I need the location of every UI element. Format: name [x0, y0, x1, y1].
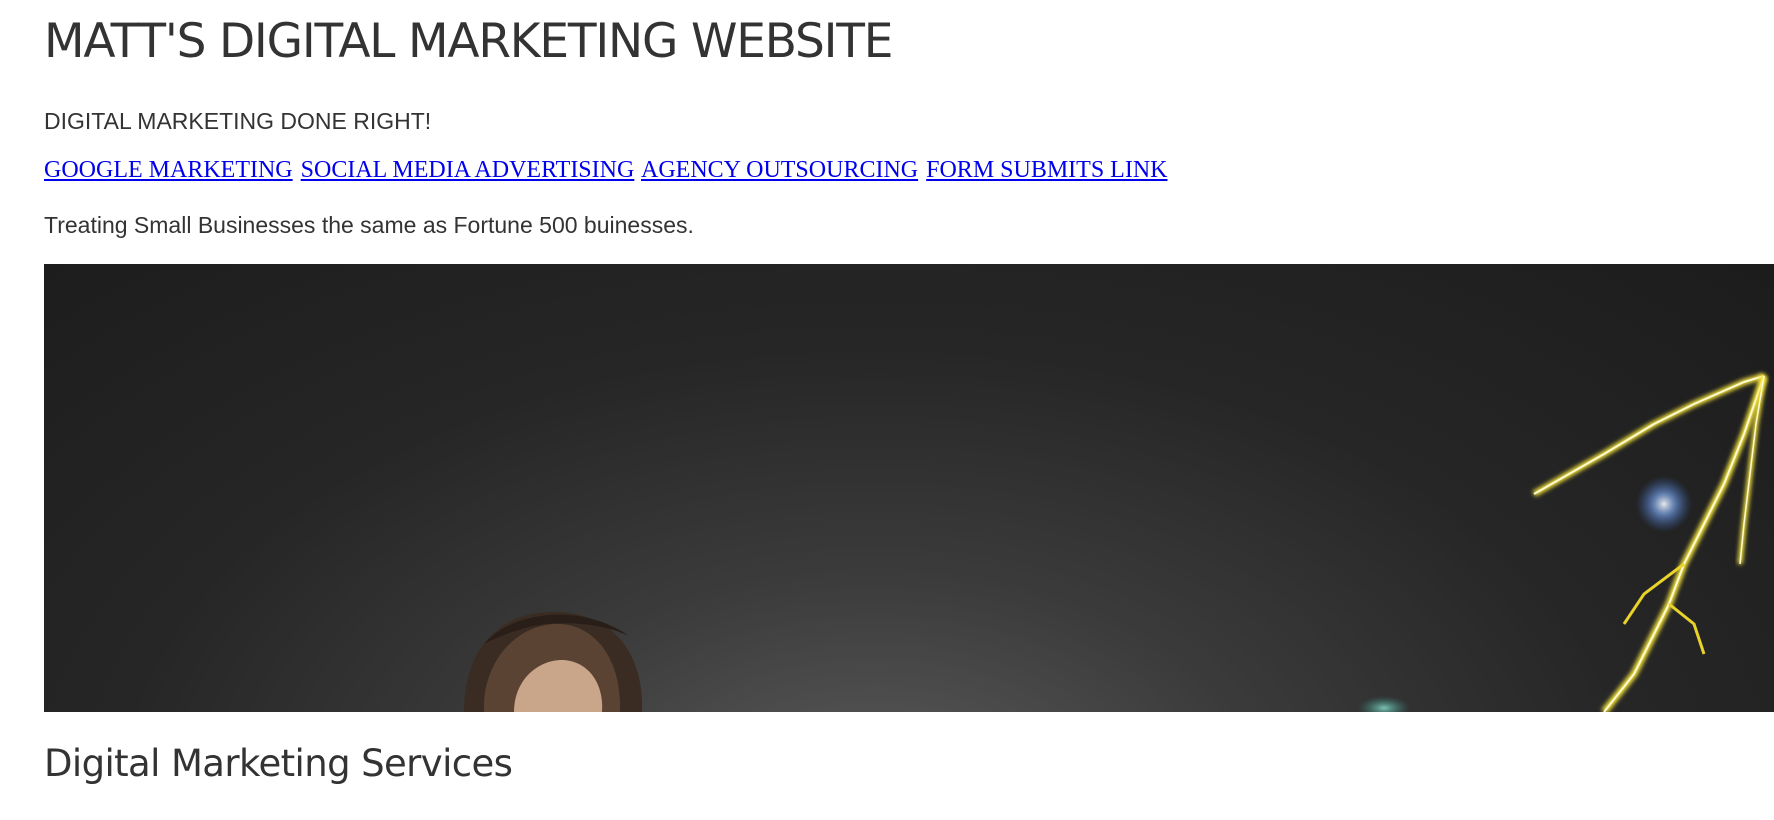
site-tagline: DIGITAL MARKETING DONE RIGHT! — [44, 108, 432, 134]
hero-image-artwork — [464, 373, 1768, 712]
intro-text: Treating Small Businesses the same as Fo… — [44, 212, 694, 238]
main-navigation: GOOGLE MARKETING SOCIAL MEDIA ADVERTISIN… — [44, 157, 1170, 184]
person-head-graphic — [464, 611, 643, 712]
nav-link-agency-outsourcing[interactable]: AGENCY OUTSOURCING — [641, 157, 918, 183]
hero-image — [44, 264, 1774, 712]
nav-link-social-media-advertising[interactable]: SOCIAL MEDIA ADVERTISING — [301, 157, 635, 183]
site-title: MATT'S DIGITAL MARKETING WEBSITE — [44, 14, 893, 69]
teal-light-glow — [1358, 696, 1410, 712]
nav-link-google-marketing[interactable]: GOOGLE MARKETING — [44, 157, 293, 183]
nav-link-form-submits[interactable]: FORM SUBMITS LINK — [926, 157, 1167, 183]
page-content: MATT'S DIGITAL MARKETING WEBSITE DIGITAL… — [44, 0, 1774, 820]
lightning-arrow-graphic — [1532, 373, 1768, 712]
section-heading-services: Digital Marketing Services — [44, 742, 513, 785]
